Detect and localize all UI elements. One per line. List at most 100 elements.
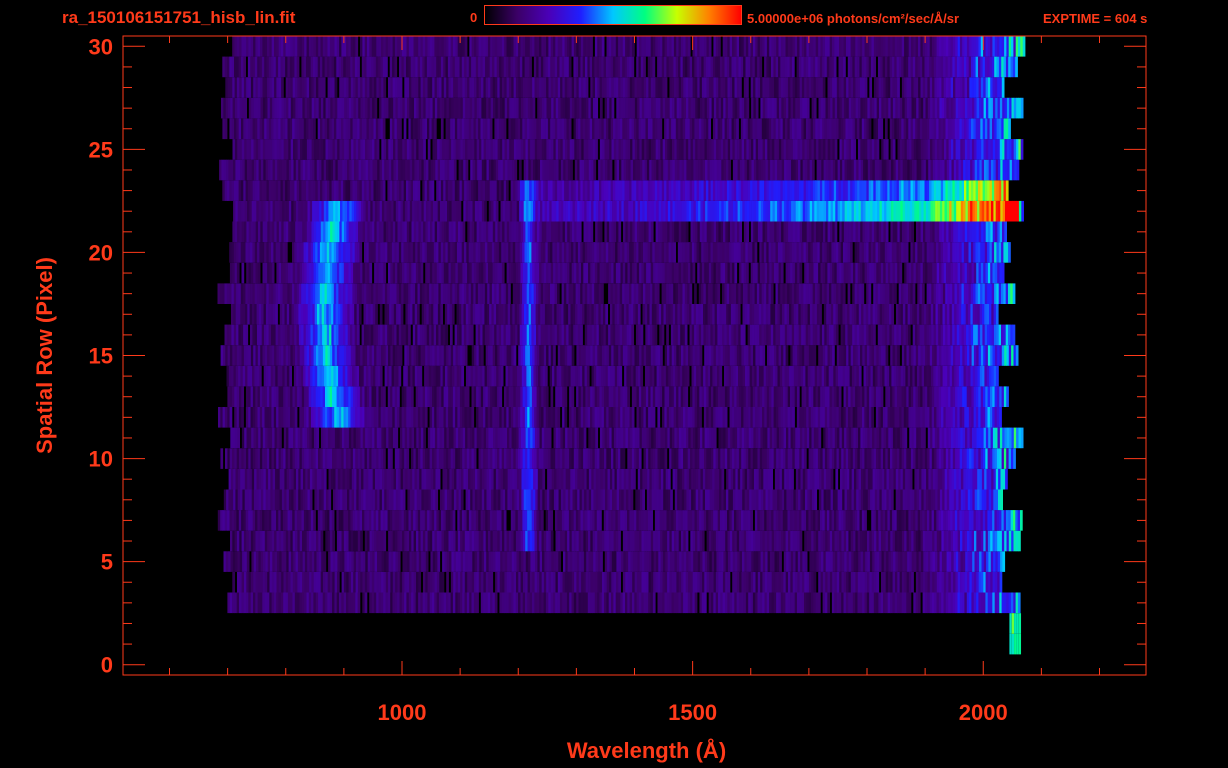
heat-cell [282,324,286,346]
heat-cell [445,386,449,407]
heat-cell [994,530,998,552]
heat-cell [993,489,996,511]
heat-cell [492,530,496,552]
heat-cell [675,510,679,531]
heat-cell [631,510,635,531]
heat-cell [985,592,989,614]
heat-cell [375,304,378,325]
heat-cell [726,468,729,490]
heat-cell [329,592,333,614]
heat-cell [428,489,432,511]
heat-cell [967,530,970,552]
heat-cell [327,571,331,593]
heat-cell [882,510,886,531]
heat-cell [464,386,468,407]
heat-cell [818,345,821,366]
heat-cell [260,551,264,572]
heat-cell [338,510,342,531]
heat-cell [749,489,752,511]
heat-cell [649,489,652,511]
heat-cell [724,407,728,428]
heat-cell [430,571,433,593]
heat-cell [716,489,720,511]
heat-cell [217,283,221,304]
heat-cell [275,468,278,490]
heat-cell [708,448,712,469]
heat-cell [796,407,800,428]
heat-cell [984,468,987,490]
heat-cell [472,427,475,449]
heat-cell [753,489,757,511]
heat-cell [386,489,390,511]
heat-cell [792,407,795,428]
heat-cell [855,592,858,614]
heat-cell [724,365,727,387]
heat-cell [363,365,367,387]
heat-cell [295,489,299,511]
heat-cell [1020,427,1024,449]
heat-cell [882,365,885,387]
heat-cell [596,407,600,428]
heat-cell [907,489,910,511]
heat-cell [406,386,410,407]
heat-cell [552,448,556,469]
heat-cell [568,304,571,325]
heat-cell [495,489,499,511]
heat-cell [452,510,456,531]
heat-cell [671,448,675,469]
heat-cell [826,365,829,387]
heat-cell [692,345,696,366]
heat-cell [864,448,868,469]
heat-cell [384,365,388,387]
heat-cell [669,448,672,469]
heat-cell [933,510,937,531]
heat-cell [350,448,354,469]
heat-cell [973,407,977,428]
heat-cell [545,407,549,428]
heat-cell [240,468,243,490]
heat-cell [477,365,481,387]
heat-cell [478,407,482,428]
heat-cell [730,551,734,572]
heat-cell [389,365,392,387]
heat-cell [490,386,493,407]
heat-cell [809,489,813,511]
heat-cell [859,448,863,469]
heat-cell [916,427,919,449]
heat-cell [518,448,521,469]
heat-cell [534,592,537,614]
heat-cell [483,448,486,469]
heat-cell [984,304,987,325]
heat-cell [260,571,263,593]
heat-cell [523,427,526,449]
heat-cell [610,407,614,428]
heat-cell [997,530,1000,552]
heat-cell [624,510,628,531]
heat-cell [467,489,471,511]
heat-cell [806,386,809,407]
heat-cell [867,427,870,449]
heat-cell [713,448,716,469]
heat-cell [852,592,856,614]
heat-cell [987,510,991,531]
heat-cell [942,324,946,346]
heat-cell [823,304,827,325]
heat-cell [787,510,791,531]
heat-cell [702,551,706,572]
heat-cell [389,283,393,304]
heat-cell [402,530,405,552]
heat-cell [292,345,296,366]
heat-cell [682,365,685,387]
heat-cell [322,386,326,407]
heat-cell [507,468,511,490]
heat-cell [236,510,240,531]
heat-cell [737,468,741,490]
heat-cell [755,571,759,593]
heat-cell [565,551,568,572]
heat-cell [651,427,654,449]
heat-cell [429,324,432,346]
heat-cell [446,571,449,593]
heat-cell [410,510,414,531]
heat-cell [569,551,573,572]
heat-cell [496,324,500,346]
